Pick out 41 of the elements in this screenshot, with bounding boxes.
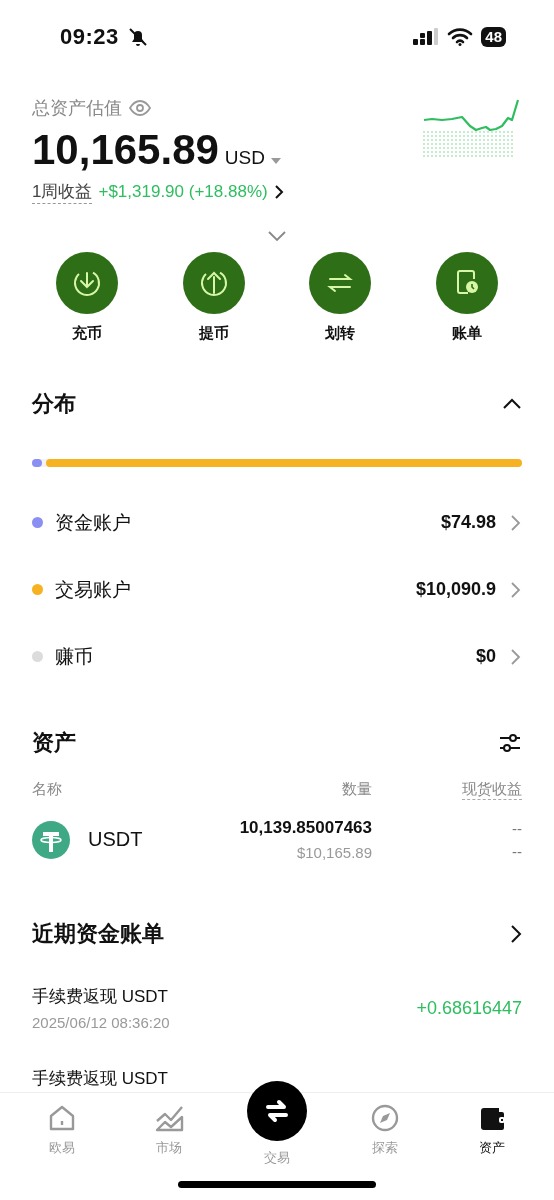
coin-logo-icon bbox=[32, 820, 70, 859]
total-balance: 10,165.89 bbox=[32, 126, 219, 174]
coin-amount: 10,139.85007463 bbox=[239, 818, 372, 838]
column-header: 数量 bbox=[341, 780, 372, 799]
clock-time: 09:23 bbox=[60, 24, 119, 50]
chevron-up-icon[interactable] bbox=[502, 398, 522, 410]
muted-bell-icon bbox=[126, 26, 149, 48]
chevron-down-icon[interactable] bbox=[267, 230, 287, 242]
account-name[interactable]: 资金账户 bbox=[55, 509, 441, 536]
chevron-right-icon[interactable] bbox=[273, 185, 284, 199]
compass-icon bbox=[369, 1103, 400, 1133]
wifi-icon bbox=[447, 28, 474, 46]
currency-selector[interactable]: USD bbox=[224, 147, 265, 169]
coin-name: USDT bbox=[88, 828, 143, 851]
signal-icon bbox=[413, 28, 440, 46]
chevron-right-icon[interactable] bbox=[510, 924, 522, 944]
section-title: 近期资金账单 bbox=[32, 920, 164, 948]
ledger-time: 2025/06/12 08:36:20 bbox=[32, 1014, 170, 1031]
spot-pnl-rate: -- bbox=[512, 842, 522, 860]
column-header: 现货收益 bbox=[462, 780, 522, 800]
spot-pnl: -- bbox=[512, 819, 522, 837]
ledger-title: 手续费返现 USDT bbox=[32, 986, 169, 1008]
account-value: $0 bbox=[475, 646, 496, 667]
account-value: $10,090.9 bbox=[415, 579, 496, 600]
tab-item[interactable]: 资产 bbox=[447, 1093, 538, 1200]
coin-value: $10,165.89 bbox=[296, 844, 372, 861]
ledger-title: 手续费返现 USDT bbox=[32, 1068, 168, 1090]
dropdown-caret-icon[interactable] bbox=[271, 158, 281, 164]
account-value: $74.98 bbox=[440, 512, 496, 533]
section-title: 分布 bbox=[32, 390, 76, 418]
section-title: 资产 bbox=[32, 729, 76, 757]
battery-indicator: 48 bbox=[481, 27, 506, 47]
period-label[interactable]: 1周收益 bbox=[32, 180, 93, 204]
balance-label: 总资产估值 bbox=[32, 97, 122, 120]
ledger-amount: +0.68616447 bbox=[416, 997, 522, 1019]
column-header: 名称 bbox=[32, 780, 63, 799]
account-name[interactable]: 赚币 bbox=[55, 643, 476, 670]
eye-icon[interactable] bbox=[128, 99, 152, 117]
profit-value: +$1,319.90 (+18.88%) bbox=[98, 182, 268, 202]
account-name[interactable]: 交易账户 bbox=[55, 576, 416, 603]
filter-sliders-icon[interactable] bbox=[498, 732, 522, 754]
